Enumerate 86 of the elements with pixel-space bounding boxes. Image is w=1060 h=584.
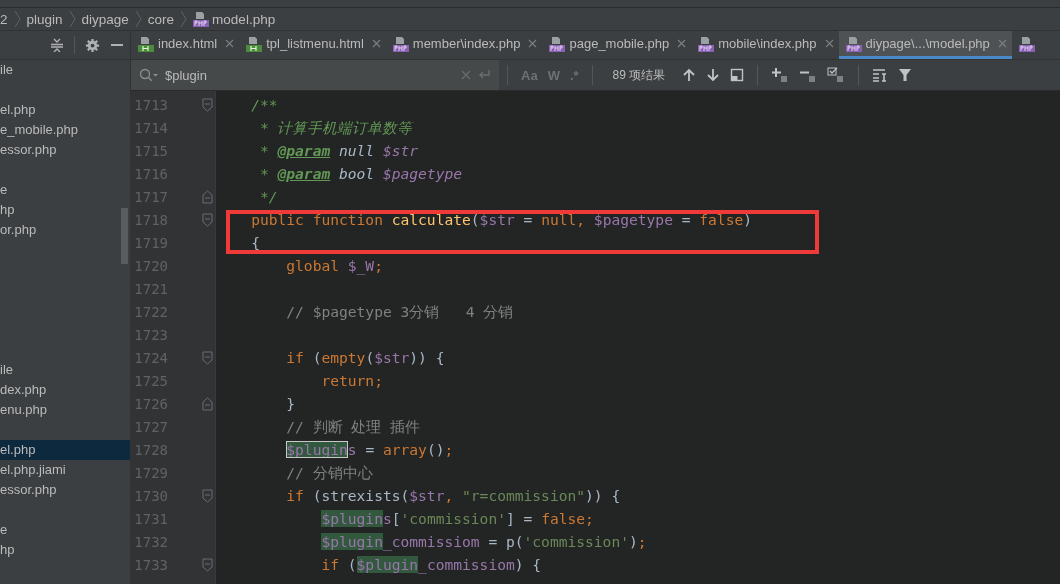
code-line: if ($plugin_commissiom) { xyxy=(321,556,542,573)
file-tree-item[interactable]: dex.php xyxy=(0,380,130,400)
file-tree-item[interactable]: or.php xyxy=(0,220,130,240)
breadcrumb-item[interactable]: model.php xyxy=(193,11,276,27)
code-line: // $pagetype 3分销 4 分销 xyxy=(286,303,514,320)
code-line: if (strexists($str, "r=commission")) { xyxy=(286,487,621,504)
select-all-icon[interactable] xyxy=(827,67,846,83)
arrow-down-icon[interactable] xyxy=(706,68,721,82)
fold-marker-icon[interactable] xyxy=(202,213,213,227)
chevron-icon xyxy=(68,10,76,28)
editor-tab[interactable]: mobile\index.php xyxy=(691,31,839,59)
search-icon xyxy=(139,68,159,82)
file-tree-item[interactable]: el.php.jiami xyxy=(0,460,130,480)
arrow-up-icon[interactable] xyxy=(682,68,697,82)
php-file-icon xyxy=(549,35,566,52)
search-box[interactable]: $plugin xyxy=(131,60,499,90)
editor-tab[interactable]: page_mobile.php xyxy=(542,31,692,59)
close-icon[interactable] xyxy=(371,39,381,48)
chevron-icon xyxy=(13,10,21,28)
square-icon[interactable] xyxy=(730,68,745,82)
fold-marker-icon[interactable] xyxy=(202,558,213,572)
code-line: $plugins['commission'] = false; xyxy=(321,510,594,527)
close-icon[interactable] xyxy=(528,39,538,48)
code-line: */ xyxy=(258,188,278,205)
breadcrumb-item[interactable]: plugin xyxy=(26,11,63,27)
code-line: // 判断 处理 插件 xyxy=(286,418,421,435)
filter-icon[interactable] xyxy=(898,68,913,82)
code-line: return; xyxy=(321,372,383,389)
code-line: $plugin_commissiom = p('commission'); xyxy=(321,533,647,550)
close-icon[interactable] xyxy=(824,39,834,48)
php-file-icon xyxy=(193,11,210,27)
code-line: if (empty($str)) { xyxy=(286,349,445,366)
php-file-icon xyxy=(1018,35,1035,52)
lines-icon[interactable] xyxy=(872,68,889,82)
editor-tab[interactable]: tpl_listmenu.html xyxy=(239,31,386,59)
php-file-icon xyxy=(392,35,409,52)
result-count: 89 项结果 xyxy=(612,66,666,84)
file-tree-item[interactable]: el.php xyxy=(0,100,130,120)
breadcrumb-item[interactable]: core xyxy=(147,11,175,27)
collapse-all-icon[interactable] xyxy=(50,38,64,52)
editor-tab[interactable]: member\index.php xyxy=(385,31,543,59)
editor-tab[interactable]: diypage\...\model.php xyxy=(838,31,1012,59)
html-file-icon xyxy=(138,35,154,52)
code-line: { xyxy=(251,234,260,251)
chevron-icon xyxy=(134,10,142,28)
code-line: } xyxy=(286,395,296,412)
close-icon[interactable] xyxy=(677,39,687,48)
code-line: * @param null $str xyxy=(258,142,419,159)
html-file-icon xyxy=(246,35,263,52)
close-icon[interactable] xyxy=(997,39,1007,48)
code-line: global $_W; xyxy=(286,257,383,274)
file-tree-item[interactable]: hp xyxy=(0,540,130,560)
code-line: public function calculate($str = null, $pagetype = false) xyxy=(251,211,753,228)
file-tree-item[interactable]: essor.php xyxy=(0,140,130,160)
fold-marker-icon[interactable] xyxy=(202,98,213,112)
code-line: // 分销中心 xyxy=(286,464,373,481)
fold-marker-icon[interactable] xyxy=(202,489,213,503)
return-icon[interactable] xyxy=(477,69,491,81)
add-selection-icon[interactable] xyxy=(771,67,790,83)
editor-tab[interactable]: index.html xyxy=(131,31,240,59)
php-file-icon xyxy=(698,35,715,52)
file-tree-item[interactable]: enu.php xyxy=(0,400,130,420)
fold-marker-icon[interactable] xyxy=(202,190,213,204)
code-line: $plugins = array(); xyxy=(286,441,454,458)
code-line: * @param bool $pagetype xyxy=(258,165,462,182)
file-tree-item[interactable]: el.php xyxy=(0,440,130,460)
scrollbar-thumb[interactable] xyxy=(121,208,128,264)
search-field[interactable]: $plugin xyxy=(165,67,455,83)
breadcrumb-item[interactable]: diypage xyxy=(81,11,129,27)
file-tree-item[interactable]: e xyxy=(0,180,130,200)
settings-icon[interactable] xyxy=(85,37,100,53)
file-tree-item[interactable]: e xyxy=(0,520,130,540)
file-tree-item[interactable]: e_mobile.php xyxy=(0,120,130,140)
breadcrumb-item[interactable]: 2 xyxy=(0,11,8,27)
php-file-icon xyxy=(845,35,862,52)
file-tree-item[interactable]: hp xyxy=(0,200,130,220)
code-line: * 计算手机端订单数等 xyxy=(258,119,413,136)
file-tree-item[interactable]: ile xyxy=(0,60,130,80)
file-tree-item[interactable]: essor.php xyxy=(0,480,130,500)
close-icon[interactable] xyxy=(225,39,235,48)
code-line: /** xyxy=(251,96,278,113)
clear-icon[interactable] xyxy=(461,70,471,80)
fold-marker-icon[interactable] xyxy=(202,397,213,411)
fold-marker-icon[interactable] xyxy=(202,351,213,365)
chevron-icon xyxy=(180,10,188,28)
file-tree-item[interactable]: ile xyxy=(0,360,130,380)
